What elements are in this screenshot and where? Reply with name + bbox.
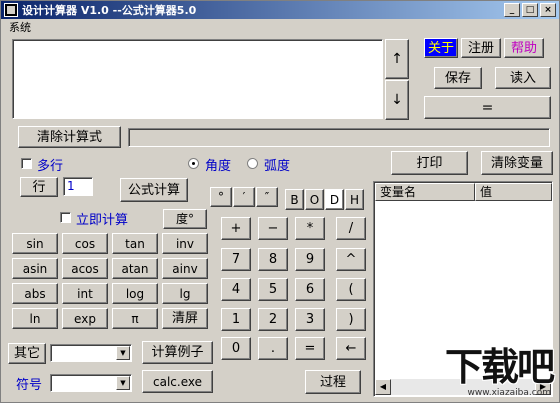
degree-label: 角度 (205, 159, 232, 174)
degree-symbol-button[interactable]: 度° (163, 209, 207, 229)
func-lg-button[interactable]: lg (162, 283, 208, 304)
func-atan-button[interactable]: atan (112, 258, 158, 279)
scroll-down-button[interactable]: ↓ (385, 80, 409, 120)
formula-calc-button[interactable]: 公式计算 (120, 178, 188, 202)
col-header-value[interactable]: 值 (475, 183, 552, 201)
base-octal-button[interactable]: O (305, 189, 324, 210)
angle-minute-button[interactable]: ′ (233, 187, 255, 207)
title-bar: 设计计算器 V1.0 --公式计算器5.0 _ □ × (1, 1, 559, 19)
scroll-left-icon[interactable]: ◀ (375, 379, 391, 395)
radian-label: 弧度 (264, 159, 291, 174)
key-2-button[interactable]: 2 (258, 308, 288, 331)
about-button[interactable]: 关于 (424, 38, 458, 58)
menu-bar: 系统 (1, 19, 559, 35)
key-divide-button[interactable]: / (336, 217, 366, 240)
degree-radio[interactable] (188, 158, 199, 169)
key-4-button[interactable]: 4 (221, 278, 251, 301)
other-dropdown[interactable]: ▼ (50, 344, 132, 362)
key-multiply-button[interactable]: * (295, 217, 325, 240)
chevron-down-icon[interactable]: ▼ (116, 376, 130, 390)
angle-second-button[interactable]: ″ (256, 187, 278, 207)
base-decimal-button[interactable]: D (325, 189, 344, 210)
func-ln-button[interactable]: ln (12, 308, 58, 329)
key-plus-button[interactable]: + (221, 217, 251, 240)
base-hex-button[interactable]: H (345, 189, 364, 210)
save-button[interactable]: 保存 (434, 67, 482, 89)
key-0-button[interactable]: 0 (221, 337, 251, 360)
func-log-button[interactable]: log (112, 283, 158, 304)
key-close-paren-button[interactable]: ) (336, 308, 366, 331)
app-icon (4, 3, 18, 17)
key-1-button[interactable]: 1 (221, 308, 251, 331)
window-title: 设计计算器 V1.0 --公式计算器5.0 (22, 4, 197, 17)
func-tan-button[interactable]: tan (112, 233, 158, 254)
register-button[interactable]: 注册 (461, 38, 501, 58)
symbol-dropdown[interactable]: ▼ (50, 374, 132, 392)
immediate-calc-label: 立即计算 (76, 213, 129, 228)
key-backspace-button[interactable]: ← (336, 337, 366, 360)
minimize-button[interactable]: _ (504, 3, 520, 17)
clear-screen-button[interactable]: 清屏 (162, 308, 208, 329)
symbol-label: 符号 (16, 378, 43, 393)
scroll-up-button[interactable]: ↑ (385, 39, 409, 79)
func-int-button[interactable]: int (62, 283, 108, 304)
key-8-button[interactable]: 8 (258, 248, 288, 271)
chevron-down-icon[interactable]: ▼ (116, 346, 130, 360)
main-window: 设计计算器 V1.0 --公式计算器5.0 _ □ × 系统 ↑ ↓ 关于 注册… (0, 0, 560, 403)
watermark: 下载吧 www.xiazaiba.com (433, 336, 555, 398)
key-6-button[interactable]: 6 (295, 278, 325, 301)
func-ainv-button[interactable]: ainv (162, 258, 208, 279)
maximize-button[interactable]: □ (522, 3, 538, 17)
result-display (128, 128, 550, 147)
key-9-button[interactable]: 9 (295, 248, 325, 271)
process-button[interactable]: 过程 (305, 370, 361, 394)
immediate-calc-checkbox[interactable] (60, 212, 71, 223)
func-asin-button[interactable]: asin (12, 258, 58, 279)
watermark-logo: 下载吧 (444, 345, 555, 389)
key-5-button[interactable]: 5 (258, 278, 288, 301)
formula-input[interactable] (12, 39, 383, 119)
key-3-button[interactable]: 3 (295, 308, 325, 331)
key-open-paren-button[interactable]: ( (336, 278, 366, 301)
func-exp-button[interactable]: exp (62, 308, 108, 329)
menu-system[interactable]: 系统 (9, 19, 31, 35)
multiline-checkbox[interactable] (21, 158, 32, 169)
base-binary-button[interactable]: B (285, 189, 304, 210)
clear-variables-button[interactable]: 清除变量 (481, 151, 553, 175)
func-acos-button[interactable]: acos (62, 258, 108, 279)
func-inv-button[interactable]: inv (162, 233, 208, 254)
key-power-button[interactable]: ^ (336, 248, 366, 271)
load-button[interactable]: 读入 (495, 67, 551, 89)
func-sin-button[interactable]: sin (12, 233, 58, 254)
row-button[interactable]: 行 (20, 177, 58, 197)
watermark-url: www.xiazaiba.com (467, 388, 551, 398)
func-pi-button[interactable]: π (112, 308, 158, 329)
other-button[interactable]: 其它 (8, 343, 46, 364)
calc-exe-button[interactable]: calc.exe (142, 370, 213, 393)
row-number-input[interactable]: 1 (63, 177, 93, 196)
calc-example-button[interactable]: 计算例子 (142, 341, 213, 364)
key-7-button[interactable]: 7 (221, 248, 251, 271)
equals-main-button[interactable]: = (424, 96, 551, 119)
multiline-label: 多行 (37, 159, 64, 174)
key-minus-button[interactable]: − (258, 217, 288, 240)
angle-degree-button[interactable]: ° (210, 187, 232, 207)
key-equals-button[interactable]: = (295, 337, 325, 360)
help-button[interactable]: 帮助 (504, 38, 544, 58)
print-button[interactable]: 打印 (391, 151, 468, 175)
func-abs-button[interactable]: abs (12, 283, 58, 304)
key-dot-button[interactable]: . (258, 337, 288, 360)
func-cos-button[interactable]: cos (62, 233, 108, 254)
radian-radio[interactable] (247, 158, 258, 169)
clear-formula-button[interactable]: 清除计算式 (18, 126, 121, 148)
col-header-name[interactable]: 变量名 (375, 183, 475, 201)
close-button[interactable]: × (540, 3, 556, 17)
